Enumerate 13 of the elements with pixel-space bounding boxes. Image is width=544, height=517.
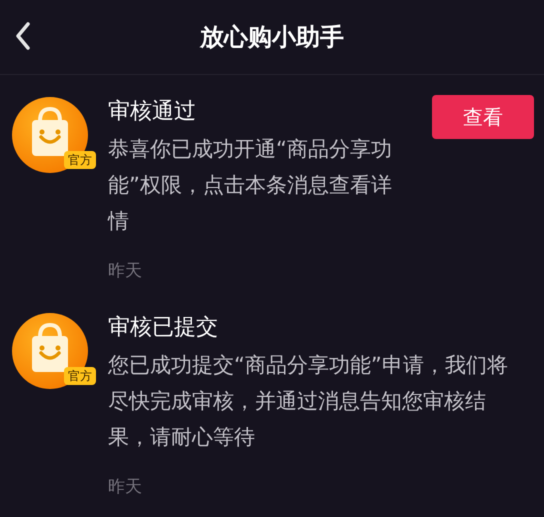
- message-text: 您已成功提交“商品分享功能”申请，我们将尽快完成审核，并通过消息告知您审核结果，请耐心等待: [108, 352, 509, 451]
- shopping-bag-avatar-icon: [10, 311, 90, 391]
- message-text: 恭喜你已成功开通“商品分享功能”权限，点击本条消息查看详情: [108, 136, 393, 235]
- message-time: 昨天: [108, 260, 143, 283]
- shopping-bag-avatar-icon: [10, 95, 90, 175]
- official-badge: 官方: [64, 367, 96, 385]
- back-icon[interactable]: [15, 22, 31, 50]
- page-title: 放心购小助手: [200, 22, 344, 53]
- message-title: 审核通过: [108, 98, 197, 126]
- message-title: 审核已提交: [108, 314, 219, 342]
- view-button[interactable]: 查看: [432, 95, 534, 139]
- official-badge: 官方: [64, 151, 96, 169]
- message-time: 昨天: [108, 476, 143, 499]
